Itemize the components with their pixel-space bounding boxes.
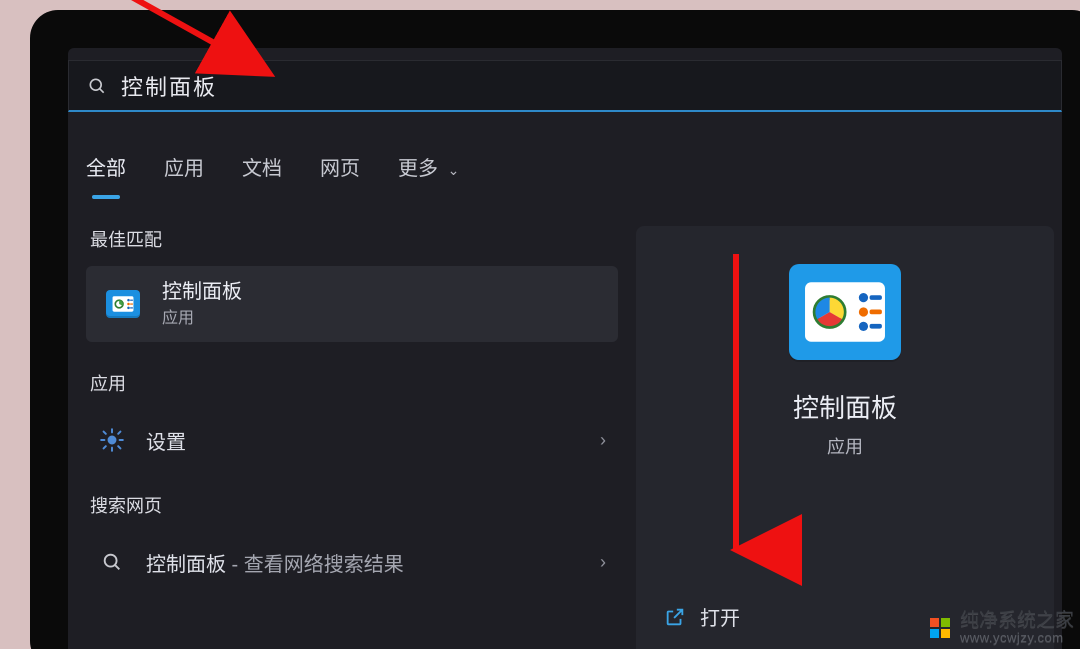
watermark: 纯净系统之家 www.ycwjzy.com: [928, 611, 1074, 645]
monitor-bezel: 全部 应用 文档 网页 更多 ⌄ 最佳匹配: [30, 10, 1080, 649]
search-input[interactable]: [121, 73, 1043, 99]
watermark-title: 纯净系统之家: [960, 611, 1074, 631]
tab-web[interactable]: 网页: [320, 152, 360, 195]
search-panel: 全部 应用 文档 网页 更多 ⌄ 最佳匹配: [68, 48, 1062, 649]
web-item-search[interactable]: 控制面板 - 查看网络搜索结果 ›: [86, 532, 618, 592]
search-icon: [96, 546, 128, 578]
open-icon: [664, 606, 686, 628]
search-bar[interactable]: [68, 60, 1062, 112]
tab-apps[interactable]: 应用: [164, 152, 204, 195]
best-match-subtitle: 应用: [162, 304, 242, 328]
web-item-suffix: - 查看网络搜索结果: [226, 554, 404, 576]
tab-more-label: 更多: [398, 158, 438, 180]
control-panel-icon: [789, 264, 901, 360]
tab-more[interactable]: 更多 ⌄: [398, 152, 459, 195]
section-web: 搜索网页: [90, 492, 618, 518]
best-match-title: 控制面板: [162, 280, 242, 304]
tab-all[interactable]: 全部: [86, 152, 126, 195]
chevron-down-icon: ⌄: [448, 162, 460, 178]
section-apps: 应用: [90, 370, 618, 396]
preview-pane: 控制面板 应用 打开: [636, 226, 1054, 649]
tab-all-label: 全部: [86, 158, 126, 180]
search-icon: [87, 76, 107, 96]
results-left-column: 最佳匹配: [68, 226, 628, 649]
chevron-right-icon: ›: [600, 552, 606, 573]
preview-pane-wrap: 控制面板 应用 打开: [628, 226, 1062, 649]
open-label: 打开: [700, 602, 740, 631]
tab-documents-label: 文档: [242, 158, 282, 180]
tab-documents[interactable]: 文档: [242, 152, 282, 195]
preview-title: 控制面板: [793, 388, 897, 425]
control-panel-icon: [102, 283, 144, 325]
gear-icon: [96, 424, 128, 456]
apps-item-settings[interactable]: 设置 ›: [86, 410, 618, 470]
best-match-item[interactable]: 控制面板 应用: [86, 266, 618, 342]
apps-item-label: 设置: [146, 426, 186, 455]
web-item-label: 控制面板 - 查看网络搜索结果: [146, 548, 404, 577]
section-best-match: 最佳匹配: [90, 226, 618, 252]
watermark-url: www.ycwjzy.com: [960, 631, 1064, 645]
web-item-prefix: 控制面板: [146, 554, 226, 576]
results-area: 最佳匹配: [68, 226, 1062, 649]
filter-tabs: 全部 应用 文档 网页 更多 ⌄: [68, 152, 1062, 195]
tab-web-label: 网页: [320, 158, 360, 180]
tab-apps-label: 应用: [164, 158, 204, 180]
chevron-right-icon: ›: [600, 430, 606, 451]
preview-subtitle: 应用: [827, 433, 863, 459]
windows-logo-icon: [928, 616, 952, 640]
